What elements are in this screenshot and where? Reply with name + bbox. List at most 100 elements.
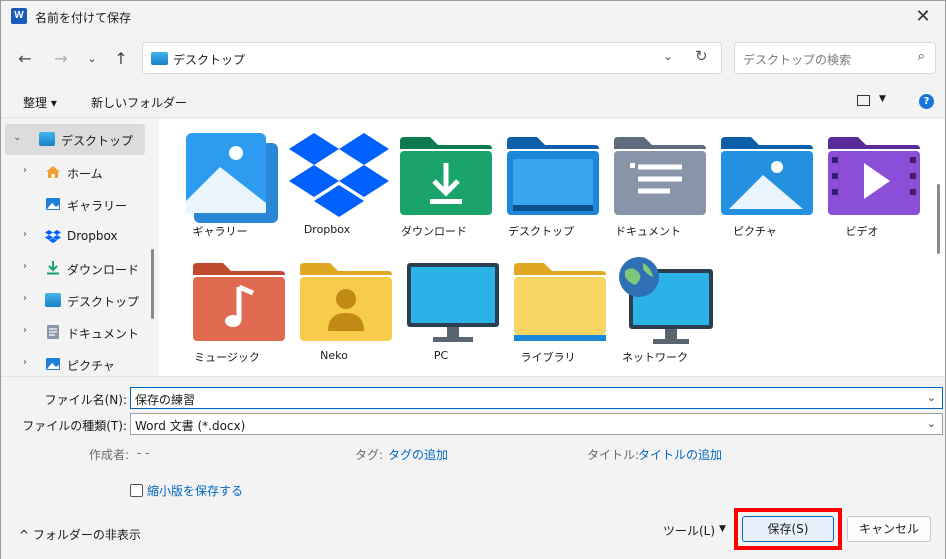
filename-value[interactable]: 保存の練習	[135, 391, 195, 408]
sidebar-item-label: Dropbox	[67, 229, 118, 243]
network-icon	[617, 255, 713, 347]
sidebar-item-desktop[interactable]: ⌄ デスクトップ	[5, 124, 145, 155]
tags-label: タグ:	[355, 448, 384, 462]
sidebar-item-home[interactable]: › ホーム	[5, 157, 145, 188]
file-list: ギャラリー Dropbox ダウンロード デスクトップ ドキュメント ピクチャ …	[159, 119, 945, 376]
file-list-scrollbar[interactable]	[937, 184, 940, 254]
desktop-folder-icon	[503, 129, 599, 221]
file-item-label: ミュージック	[194, 351, 260, 364]
back-arrow-icon[interactable]: ←	[14, 48, 36, 70]
up-arrow-icon[interactable]: ↑	[110, 48, 132, 70]
file-item-label: Neko	[320, 349, 348, 362]
chevron-right-icon[interactable]: ›	[23, 261, 35, 272]
filename-field[interactable]: 保存の練習 ⌄	[130, 387, 943, 409]
search-icon[interactable]: ⌕	[918, 49, 925, 64]
chevron-right-icon[interactable]: ›	[23, 325, 35, 336]
pictures-icon	[45, 357, 61, 371]
file-item-label: ダウンロード	[401, 225, 467, 238]
search-box[interactable]: デスクトップの検索 ⌕	[734, 42, 936, 74]
chevron-down-icon[interactable]: ⌄	[663, 49, 673, 63]
sidebar-item-downloads[interactable]: › ダウンロード	[5, 253, 145, 284]
file-item-label: PC	[433, 349, 449, 362]
dialog-title: 名前を付けて保存	[35, 11, 132, 25]
file-item-network[interactable]: ネットワーク	[604, 247, 713, 364]
sidebar-item-documents[interactable]: › ドキュメント	[5, 317, 145, 348]
author-label: 作成者:	[89, 448, 130, 462]
download-icon	[45, 261, 61, 275]
user-folder-icon	[296, 255, 392, 347]
file-item-gallery[interactable]: ギャラリー	[169, 121, 278, 238]
author-value[interactable]: - -	[137, 446, 149, 460]
sidebar-item-label: デスクトップ	[67, 295, 140, 309]
file-item-downloads[interactable]: ダウンロード	[383, 121, 492, 238]
thumbnail-checkbox[interactable]	[130, 484, 143, 497]
videos-folder-icon	[824, 129, 920, 221]
filename-label: ファイル名(N):	[44, 393, 127, 407]
chevron-right-icon[interactable]: ›	[23, 229, 35, 240]
chevron-right-icon[interactable]: ›	[23, 293, 35, 304]
sidebar-item-label: ピクチャ	[67, 359, 115, 373]
pc-icon	[403, 255, 499, 347]
view-caret-icon[interactable]: ▼	[879, 94, 886, 104]
new-folder-button[interactable]: 新しいフォルダー	[91, 94, 187, 111]
tools-button[interactable]: ツール(L)	[663, 522, 715, 539]
close-icon[interactable]: ✕	[903, 1, 943, 32]
forward-arrow-icon[interactable]: →	[50, 48, 72, 70]
file-item-label: ライブラリ	[520, 351, 576, 364]
file-item-desktop[interactable]: デスクトップ	[490, 121, 599, 238]
file-item-library[interactable]: ライブラリ	[497, 247, 606, 364]
refresh-icon[interactable]: ↻	[695, 47, 708, 65]
sidebar-item-pictures[interactable]: › ピクチャ	[5, 349, 145, 376]
file-item-label: ギャラリー	[192, 225, 248, 238]
gallery-icon	[182, 129, 278, 223]
filetype-select[interactable]: Word 文書 (*.docx) ⌄	[130, 413, 943, 435]
sidebar-item-label: デスクトップ	[61, 134, 134, 148]
file-item-pictures[interactable]: ピクチャ	[704, 121, 813, 238]
tools-caret-icon[interactable]: ▼	[719, 524, 726, 534]
sidebar-item-label: ダウンロード	[67, 263, 140, 277]
save-button[interactable]: 保存(S)	[742, 516, 834, 542]
music-folder-icon	[189, 255, 285, 347]
chevron-down-icon[interactable]: ⌄	[927, 417, 936, 430]
file-item-dropbox[interactable]: Dropbox	[276, 121, 389, 238]
dropbox-icon	[289, 129, 389, 221]
chevron-right-icon[interactable]: ›	[23, 357, 35, 368]
view-icon[interactable]	[857, 95, 870, 106]
dropbox-icon	[45, 229, 61, 243]
save-form: ファイル名(N): 保存の練習 ⌄ ファイルの種類(T): Word 文書 (*…	[1, 376, 945, 559]
library-folder-icon	[510, 255, 606, 347]
title-link[interactable]: タイトルの追加	[638, 446, 722, 463]
search-input[interactable]: デスクトップの検索	[743, 51, 851, 68]
sidebar-scrollbar[interactable]	[151, 249, 154, 319]
file-item-label: ビデオ	[845, 225, 879, 238]
home-icon	[45, 165, 61, 179]
help-icon[interactable]: ?	[919, 94, 934, 109]
file-item-label: ドキュメント	[615, 225, 681, 238]
sidebar-item-gallery[interactable]: ギャラリー	[5, 189, 145, 220]
cancel-button[interactable]: キャンセル	[847, 516, 931, 542]
recent-chevron-icon[interactable]: ⌄	[81, 48, 103, 70]
filetype-value: Word 文書 (*.docx)	[135, 419, 246, 433]
file-item-music[interactable]: ミュージック	[176, 247, 285, 364]
documents-folder-icon	[610, 129, 706, 221]
chevron-down-icon[interactable]: ⌄	[927, 391, 936, 404]
sidebar-item-dropbox[interactable]: › Dropbox	[5, 221, 145, 252]
file-item-videos[interactable]: ビデオ	[811, 121, 920, 238]
gallery-icon	[45, 197, 61, 211]
documents-icon	[45, 325, 61, 339]
desktop-icon	[151, 52, 168, 65]
chevron-right-icon[interactable]: ›	[23, 165, 35, 176]
organize-button[interactable]: 整理 ▾	[23, 94, 57, 111]
file-item-label: Dropbox	[303, 223, 351, 236]
file-item-pc[interactable]: PC	[390, 247, 499, 364]
chevron-down-icon[interactable]: ⌄	[13, 132, 25, 143]
thumbnail-label[interactable]: 縮小版を保存する	[147, 482, 243, 499]
file-item-documents[interactable]: ドキュメント	[597, 121, 706, 238]
desktop-icon	[39, 132, 55, 146]
chevron-up-icon: ^	[19, 528, 33, 542]
hide-folders-button[interactable]: ^ フォルダーの非表示	[19, 526, 141, 543]
sidebar-item-desktop-2[interactable]: › デスクトップ	[5, 285, 145, 316]
address-bar[interactable]: デスクトップ ⌄ ↻	[142, 42, 722, 74]
tags-link[interactable]: タグの追加	[388, 446, 448, 463]
file-item-neko[interactable]: Neko	[283, 247, 392, 364]
